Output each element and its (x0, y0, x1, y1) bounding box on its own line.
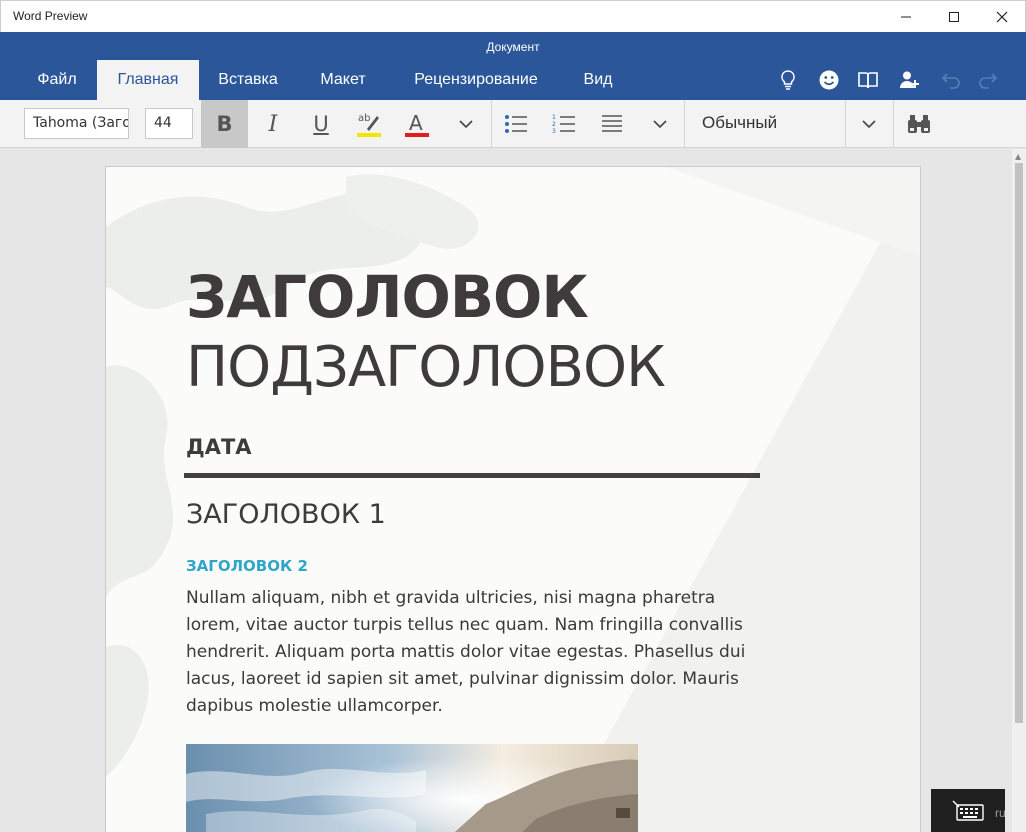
font-more-button[interactable] (444, 100, 488, 148)
document-date[interactable]: ДАТА (186, 435, 252, 459)
tab-review[interactable]: Рецензирование (398, 60, 554, 100)
svg-text:A: A (409, 111, 423, 135)
underline-icon: U (313, 112, 329, 136)
tab-home[interactable]: Главная (97, 60, 199, 100)
ribbon-divider (684, 100, 685, 148)
svg-text:3: 3 (552, 128, 556, 135)
landscape-picture (186, 744, 638, 832)
undo-icon[interactable] (938, 68, 962, 92)
app-header: Документ Файл Главная Вставка Макет Реце… (0, 32, 1026, 100)
horizontal-rule (184, 473, 760, 478)
svg-text:2: 2 (552, 121, 556, 128)
chevron-down-icon (459, 120, 473, 129)
heading-1[interactable]: ЗАГОЛОВОК 1 (186, 499, 386, 530)
italic-icon: I (268, 111, 278, 137)
ribbon-divider (893, 100, 894, 148)
highlight-icon: ab (357, 113, 381, 137)
document-subtitle[interactable]: ПОДЗАГОЛОВОК (186, 335, 666, 400)
find-button[interactable] (896, 100, 942, 148)
svg-text:1: 1 (552, 114, 556, 121)
paragraph-more-button[interactable] (638, 100, 682, 148)
lightbulb-icon[interactable] (776, 68, 800, 92)
binoculars-icon (908, 115, 930, 133)
document-canvas[interactable]: ЗАГОЛОВОК ПОДЗАГОЛОВОК ДАТА ЗАГОЛОВОК 1 … (0, 149, 1012, 832)
font-name-field[interactable]: Tahoma (Заголовки) (24, 108, 129, 139)
svg-text:ab: ab (358, 113, 370, 124)
font-size-field[interactable]: 44 (145, 108, 193, 139)
close-icon (996, 11, 1008, 23)
maximize-button[interactable] (931, 1, 977, 33)
app-title: Word Preview (13, 9, 88, 23)
add-person-icon[interactable] (897, 68, 921, 92)
maximize-icon (949, 12, 959, 22)
vertical-scrollbar[interactable]: ▲ (1012, 149, 1026, 832)
tab-view[interactable]: Вид (570, 60, 626, 100)
numbering-button[interactable]: 1 2 3 (542, 100, 586, 148)
scrollbar-thumb[interactable] (1015, 163, 1023, 723)
bulleted-list-icon (505, 115, 527, 133)
bold-icon: B (216, 112, 233, 136)
tab-layout[interactable]: Макет (304, 60, 382, 100)
align-left-icon (602, 115, 622, 132)
highlight-button[interactable]: ab (346, 100, 392, 148)
minimize-button[interactable] (883, 1, 929, 33)
smiley-icon[interactable] (817, 68, 841, 92)
ribbon-divider (491, 100, 492, 148)
chevron-down-icon (653, 120, 667, 129)
tab-insert[interactable]: Вставка (206, 60, 290, 100)
close-button[interactable] (979, 1, 1025, 33)
document-page[interactable]: ЗАГОЛОВОК ПОДЗАГОЛОВОК ДАТА ЗАГОЛОВОК 1 … (105, 166, 921, 832)
numbered-list-icon: 1 2 3 (552, 114, 575, 135)
bullets-button[interactable] (494, 100, 538, 148)
bold-button[interactable]: B (201, 100, 248, 148)
document-title: Документ (486, 40, 540, 54)
italic-button[interactable]: I (250, 100, 296, 148)
keyboard-icon (952, 800, 984, 821)
styles-dropdown-button[interactable] (847, 100, 891, 148)
minimize-icon (901, 16, 911, 18)
redo-icon[interactable] (977, 68, 1001, 92)
chevron-down-icon (862, 120, 876, 129)
align-button[interactable] (590, 100, 634, 148)
ribbon-toolbar: Tahoma (Заголовки) 44 B I U ab A 1 (0, 100, 1026, 148)
font-color-icon: A (405, 111, 429, 137)
heading-2[interactable]: ЗАГОЛОВОК 2 (186, 557, 308, 575)
tab-file[interactable]: Файл (20, 60, 94, 100)
font-color-button[interactable]: A (394, 100, 440, 148)
watermark-text: ru (995, 806, 1006, 820)
landscape-image[interactable] (186, 744, 638, 832)
ribbon-divider (845, 100, 846, 148)
style-name[interactable]: Обычный (702, 113, 777, 133)
body-paragraph[interactable]: Nullam aliquam, nibh et gravida ultricie… (186, 585, 766, 720)
touch-keyboard-button[interactable] (931, 789, 1005, 832)
book-icon[interactable] (856, 68, 880, 92)
document-title-heading[interactable]: ЗАГОЛОВОК (186, 263, 589, 331)
title-bar: Word Preview (0, 0, 1026, 32)
scroll-up-icon[interactable]: ▲ (1015, 152, 1021, 161)
underline-button[interactable]: U (298, 100, 344, 148)
